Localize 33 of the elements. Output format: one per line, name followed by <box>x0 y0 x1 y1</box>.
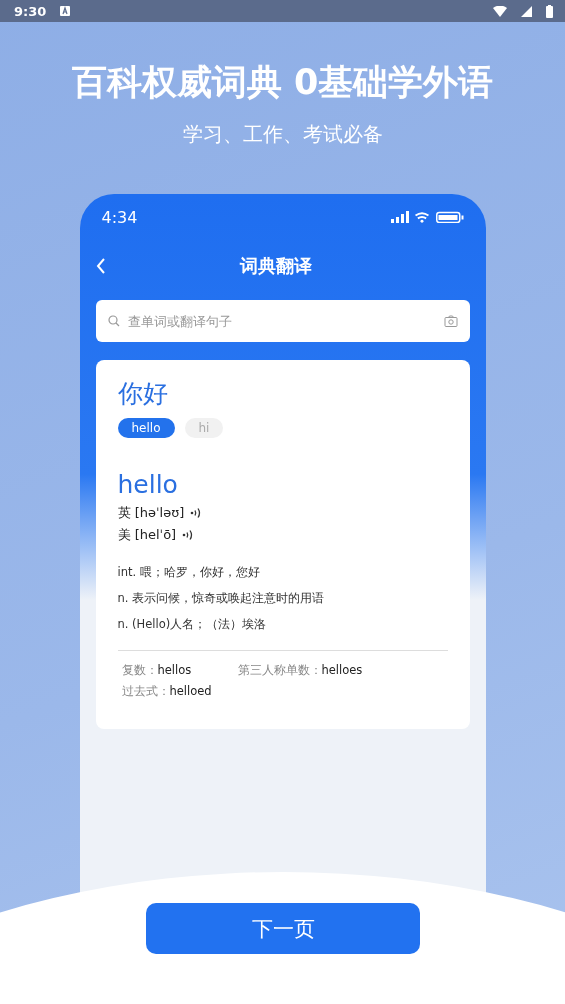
signal-icon <box>390 211 409 223</box>
phone-time: 4:34 <box>101 207 138 227</box>
form-value: hellos <box>157 663 192 677</box>
speaker-icon[interactable] <box>182 529 195 541</box>
speaker-icon[interactable] <box>190 507 203 519</box>
definition: n. 表示问候，惊奇或唤起注意时的用语 <box>117 590 326 606</box>
definition: n. (Hello)人名；（法）埃洛 <box>117 616 268 632</box>
screen-title: 词典翻译 <box>238 254 313 278</box>
form-label: 第三人称单数： <box>237 663 322 677</box>
battery-icon <box>546 4 553 18</box>
back-icon[interactable] <box>95 257 106 275</box>
search-icon <box>107 315 120 327</box>
form-label: 过去式： <box>121 684 170 698</box>
search-field[interactable]: 查单词或翻译句子 <box>95 300 470 342</box>
signal-icon <box>521 5 532 17</box>
definition: int. 喂；哈罗，你好，您好 <box>117 564 261 580</box>
headword: hello <box>117 470 179 500</box>
query-word: 你好 <box>117 378 169 410</box>
translation-chip[interactable]: hello <box>117 418 175 438</box>
form-label: 复数： <box>121 663 158 677</box>
pronunciation: 美 [helˈō] <box>117 526 177 544</box>
battery-icon <box>435 211 464 223</box>
form-value: helloes <box>321 663 363 677</box>
notification-icon <box>60 6 71 16</box>
pronunciation: 英 [həˈləʊ] <box>117 504 185 522</box>
wifi-icon <box>413 211 430 223</box>
next-button[interactable]: 下一页 <box>146 903 420 954</box>
camera-icon[interactable] <box>443 315 458 327</box>
status-time: 9:30 <box>14 3 47 19</box>
wifi-icon <box>493 5 507 17</box>
subheadline: 学习、工作、考试必备 <box>182 121 383 148</box>
headline: 百科权威词典 0基础学外语 <box>71 61 494 104</box>
form-value: helloed <box>169 684 212 698</box>
